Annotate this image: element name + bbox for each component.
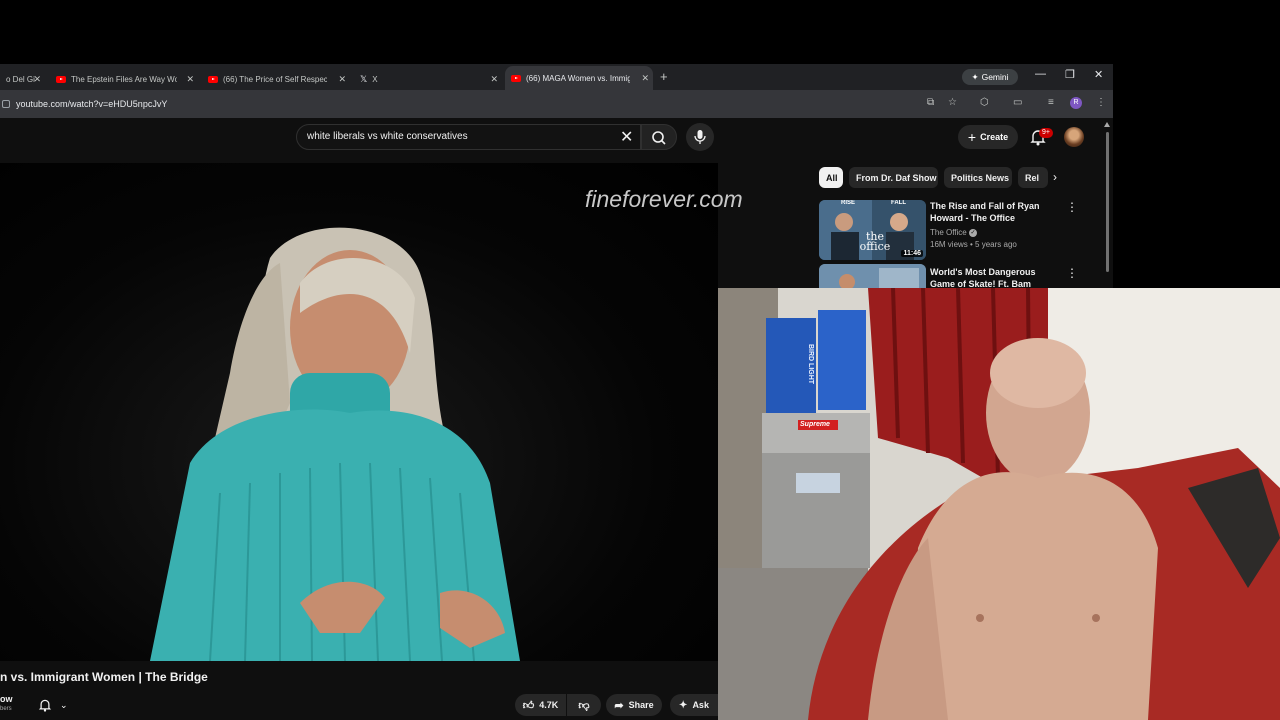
media-controls-icon[interactable]: ≡ [1048, 97, 1054, 108]
tab-close-icon[interactable]: ✕ [338, 74, 346, 85]
channel-name[interactable]: ow [0, 694, 13, 704]
thumb-label-fall: FALL [891, 200, 906, 206]
rec-channel-1[interactable]: The Office ✓ [930, 228, 977, 237]
watermark: fineforever.com [585, 186, 743, 212]
rec-thumbnail-1[interactable]: RISE FALL the office 11:46 [819, 200, 926, 260]
more-actions-icon[interactable]: ⋮ [1066, 266, 1078, 280]
rec-meta-1: 16M views • 5 years ago [930, 240, 1017, 249]
share-icon: ➦ [614, 699, 624, 712]
close-window-icon[interactable]: ✕ [1094, 68, 1103, 81]
like-count: 4.7K [539, 700, 559, 710]
video-duration: 11:46 [901, 250, 923, 257]
minimize-icon[interactable]: — [1035, 68, 1046, 80]
sparkle-icon: ✦ [679, 699, 688, 711]
video-player[interactable] [0, 163, 718, 661]
tab-title: o Del Gi [6, 75, 35, 84]
chip-all[interactable]: All [819, 167, 843, 188]
share-label: Share [628, 700, 654, 710]
rec-title-2[interactable]: World's Most Dangerous Game of Skate! Ft… [930, 266, 1060, 288]
webcam-overlay: BIRD LIGHT Supreme [718, 288, 1280, 720]
video-frame [150, 227, 520, 661]
maximize-icon[interactable]: ❐ [1065, 68, 1075, 81]
site-info-icon[interactable] [2, 100, 10, 108]
tab-close-icon[interactable]: ✕ [490, 74, 498, 85]
search-icon [652, 131, 666, 145]
tab-2[interactable]: The Epstein Files Are Way Worse ✕ [50, 69, 198, 90]
verified-icon: ✓ [969, 228, 977, 237]
url-field[interactable]: youtube.com/watch?v=eHDU5npcJvY [0, 96, 920, 112]
clear-search-icon[interactable]: ✕ [620, 127, 633, 147]
install-icon[interactable]: ⧉ [927, 97, 934, 108]
video-title: n vs. Immigrant Women | The Bridge [0, 670, 208, 684]
more-actions-icon[interactable]: ⋮ [1066, 200, 1078, 214]
like-button[interactable]: 👍︎ 4.7K [515, 694, 566, 716]
chevron-down-icon: ⌄ [60, 699, 68, 710]
voice-search-button[interactable] [686, 123, 714, 151]
side-panel-icon[interactable]: ▭ [1013, 97, 1022, 108]
tab-close-icon[interactable]: ✕ [186, 74, 194, 85]
rec-channel-name: The Office [930, 228, 967, 237]
bell-icon [38, 699, 52, 712]
sparkle-icon: ✦ [971, 71, 979, 82]
thumbs-up-icon: 👍︎ [522, 699, 535, 712]
thumb-label-rise: RISE [841, 200, 856, 206]
tab-close-icon[interactable]: ✕ [641, 73, 649, 84]
scrollbar-thumb[interactable] [1106, 132, 1109, 272]
webcam-frame [718, 288, 1280, 720]
tab-3[interactable]: (66) The Price of Self Respect - ✕ [202, 69, 350, 90]
chip-related[interactable]: Rel [1018, 167, 1048, 188]
scroll-up-icon[interactable] [1104, 122, 1110, 127]
chip-from-dr-daf-show[interactable]: From Dr. Daf Show [849, 167, 938, 188]
tab-5-active[interactable]: (66) MAGA Women vs. Immigrant ✕ [505, 66, 653, 90]
youtube-icon [511, 74, 521, 82]
tab-4[interactable]: 𝕏 X ✕ [354, 69, 502, 90]
ask-label: Ask [692, 700, 709, 710]
gemini-label: Gemini [981, 72, 1009, 82]
tab-title: (66) The Price of Self Respect - [223, 75, 327, 84]
tab-close-icon[interactable]: ✕ [33, 74, 41, 85]
rec-thumbnail-2[interactable] [819, 264, 926, 288]
search-input[interactable]: white liberals vs white conservatives [296, 124, 641, 150]
create-label: Create [980, 132, 1009, 142]
sticker-label: Supreme [800, 421, 830, 428]
tab-1[interactable]: o Del Gi ✕ [0, 69, 45, 90]
url-text: youtube.com/watch?v=eHDU5npcJvY [16, 99, 168, 109]
gemini-button[interactable]: ✦ Gemini [962, 69, 1018, 85]
box-label: BIRD LIGHT [807, 344, 814, 385]
scrollbar[interactable] [1104, 122, 1111, 288]
tab-title: X [372, 75, 378, 84]
profile-icon[interactable]: R [1070, 97, 1082, 109]
plus-icon: + [967, 129, 977, 145]
thumbs-down-icon: 👎︎ [578, 699, 590, 712]
account-avatar[interactable] [1064, 127, 1084, 147]
chip-politics-news[interactable]: Politics News [944, 167, 1012, 188]
dislike-button[interactable]: 👎︎ [567, 694, 601, 716]
new-tab-button[interactable]: + [660, 69, 668, 84]
notification-badge: 9+ [1039, 128, 1053, 138]
rec-title-1[interactable]: The Rise and Fall of Ryan Howard - The O… [930, 200, 1060, 224]
youtube-icon [208, 76, 218, 83]
tab-title: (66) MAGA Women vs. Immigrant [526, 73, 630, 83]
bookmark-star-icon[interactable]: ☆ [948, 97, 957, 108]
microphone-icon [694, 130, 706, 144]
chrome-menu-icon[interactable]: ⋮ [1096, 97, 1106, 108]
subscriber-count: bers [0, 706, 12, 712]
thumbnail-image [819, 264, 926, 288]
tab-title: The Epstein Files Are Way Worse [71, 75, 177, 84]
ask-button[interactable]: ✦ Ask [670, 694, 718, 716]
share-button[interactable]: ➦ Share [606, 694, 662, 716]
youtube-icon [56, 76, 66, 83]
create-button[interactable]: + Create [958, 125, 1018, 149]
x-icon: 𝕏 [360, 74, 368, 84]
search-button[interactable] [641, 124, 677, 150]
extensions-icon[interactable]: ⬡ [980, 97, 989, 108]
thumb-logo: the office [859, 230, 891, 253]
chevron-right-icon[interactable]: › [1053, 170, 1057, 184]
subscription-bell-button[interactable]: ⌄ [30, 694, 80, 716]
